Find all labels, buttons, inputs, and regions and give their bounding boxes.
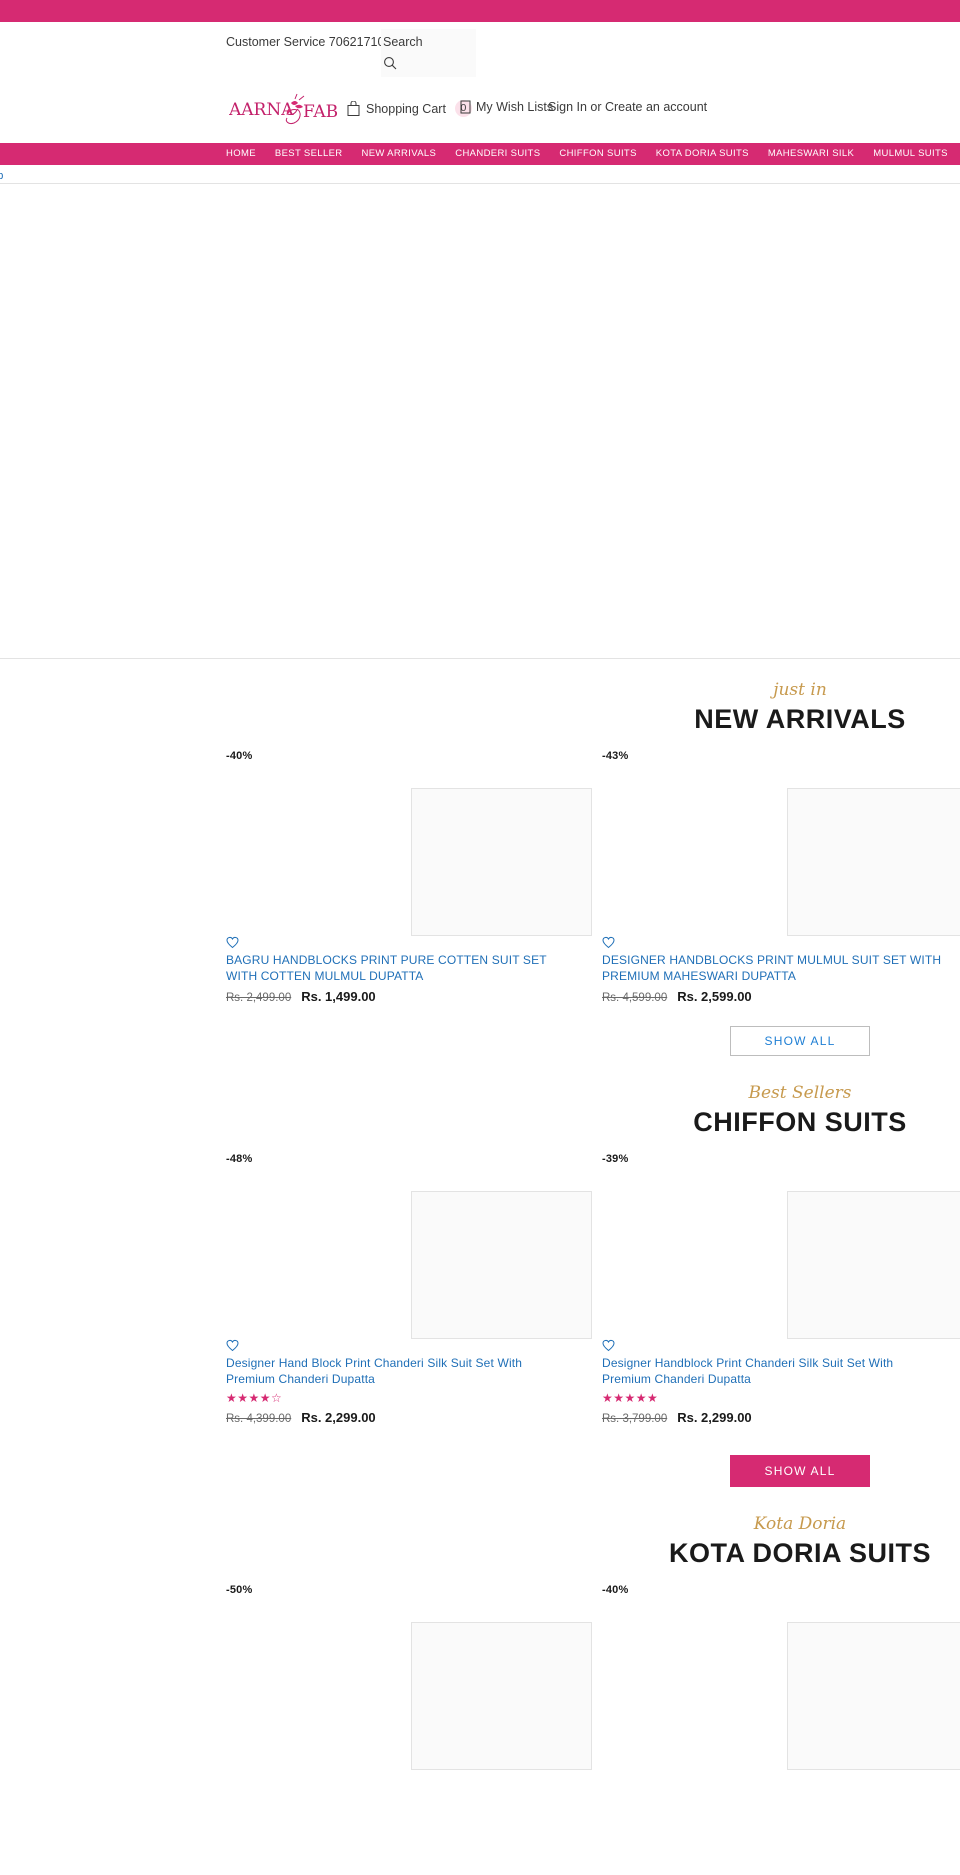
price-original: Rs. 4,399.00 bbox=[226, 1413, 292, 1425]
heart-icon[interactable] bbox=[226, 936, 239, 949]
discount-badge: -39% bbox=[602, 1153, 629, 1165]
price-original: Rs. 2,499.00 bbox=[226, 992, 292, 1004]
price-row: Rs. 4,599.00 Rs. 2,599.00 bbox=[602, 989, 960, 1004]
nav-item-chiffon-suits[interactable]: CHIFFON SUITS bbox=[559, 143, 636, 165]
price-current: Rs. 2,299.00 bbox=[301, 1410, 376, 1425]
heart-icon[interactable] bbox=[226, 1339, 239, 1352]
product-card[interactable]: -40% bbox=[602, 1582, 960, 1770]
product-title[interactable]: BAGRU HANDBLOCKS PRINT PURE COTTEN SUIT … bbox=[226, 952, 566, 984]
customer-service-text: Customer Service 7062171005 bbox=[226, 35, 399, 49]
nav-item-home[interactable]: HOME bbox=[226, 143, 256, 165]
product-title[interactable]: Designer Handblock Print Chanderi Silk S… bbox=[602, 1355, 942, 1387]
shopping-cart-label: Shopping Cart bbox=[366, 101, 446, 116]
product-card[interactable]: -43% DESIGNER HANDBLOCKS PRINT MULMUL SU… bbox=[602, 748, 960, 1004]
product-image[interactable] bbox=[226, 766, 592, 936]
hero-slider[interactable] bbox=[0, 183, 960, 659]
nav-list: HOME BEST SELLER NEW ARRIVALS CHANDERI S… bbox=[220, 143, 960, 165]
product-image[interactable] bbox=[602, 766, 960, 936]
section-script-kota-doria-suits: Kota Doria bbox=[753, 1514, 847, 1534]
section-script-chiffon-suits: Best Sellers bbox=[748, 1083, 852, 1103]
section-title-chiffon-suits: CHIFFON SUITS bbox=[693, 1107, 907, 1137]
section-heading-chiffon-suits: Best Sellers CHIFFON SUITS bbox=[0, 1074, 960, 1139]
product-card[interactable]: -48% Designer Hand Block Print Chanderi … bbox=[226, 1151, 602, 1425]
main-navigation: HOME BEST SELLER NEW ARRIVALS CHANDERI S… bbox=[0, 143, 960, 165]
rating-stars: ★★★★☆ bbox=[226, 1391, 283, 1405]
promo-banner: FREE SHIPPING CASH ON DELIVERY AVAILABLE bbox=[0, 0, 960, 22]
price-current: Rs. 2,299.00 bbox=[677, 1410, 752, 1425]
price-original: Rs. 4,599.00 bbox=[602, 992, 668, 1004]
page-root: FREE SHIPPING CASH ON DELIVERY AVAILABLE… bbox=[0, 0, 960, 1875]
discount-badge: -48% bbox=[226, 1153, 253, 1165]
svg-text:FAB: FAB bbox=[303, 102, 338, 122]
hero-image-alt-text: aarnafab bbox=[0, 170, 4, 182]
product-card[interactable]: -50% bbox=[226, 1582, 602, 1770]
wishlist-link[interactable]: My Wish Lists bbox=[460, 100, 553, 114]
search-box[interactable]: Search bbox=[381, 29, 476, 77]
show-all-button-new-arrivals[interactable]: SHOW ALL bbox=[729, 1026, 871, 1056]
product-title[interactable]: Designer Hand Block Print Chanderi Silk … bbox=[226, 1355, 566, 1387]
product-image[interactable] bbox=[602, 1169, 960, 1339]
wishlist-icon bbox=[460, 100, 471, 114]
nav-item-best-seller[interactable]: BEST SELLER bbox=[275, 143, 343, 165]
discount-badge: -43% bbox=[602, 750, 629, 762]
rating-stars: ★★★★★ bbox=[602, 1391, 659, 1405]
show-all-row-chiffon-suits: SHOW ALL bbox=[220, 1455, 960, 1487]
price-current: Rs. 2,599.00 bbox=[677, 989, 752, 1004]
price-row: Rs. 2,499.00 Rs. 1,499.00 bbox=[226, 989, 592, 1004]
product-image[interactable] bbox=[602, 1600, 960, 1770]
price-row: Rs. 4,399.00 Rs. 2,299.00 bbox=[226, 1410, 592, 1425]
product-grid-chiffon-suits: -48% Designer Hand Block Print Chanderi … bbox=[220, 1151, 960, 1425]
site-header: Customer Service 7062171005 Search AARNA… bbox=[0, 22, 960, 143]
product-image[interactable] bbox=[226, 1600, 592, 1770]
price-original: Rs. 3,799.00 bbox=[602, 1413, 668, 1425]
section-title-new-arrivals: NEW ARRIVALS bbox=[694, 704, 906, 734]
product-grid-kota-doria-suits: -50% -40% bbox=[220, 1582, 960, 1770]
nav-item-chanderi-suits[interactable]: CHANDERI SUITS bbox=[455, 143, 540, 165]
price-current: Rs. 1,499.00 bbox=[301, 989, 376, 1004]
product-card[interactable]: -39% Designer Handblock Print Chanderi S… bbox=[602, 1151, 960, 1425]
show-all-button-chiffon-suits[interactable]: SHOW ALL bbox=[729, 1455, 871, 1487]
section-heading-kota-doria-suits: Kota Doria KOTA DORIA SUITS bbox=[0, 1505, 960, 1570]
nav-item-kota-doria-suits[interactable]: KOTA DORIA SUITS bbox=[656, 143, 749, 165]
product-title[interactable]: DESIGNER HANDBLOCKS PRINT MULMUL SUIT SE… bbox=[602, 952, 942, 984]
nav-item-new-arrivals[interactable]: NEW ARRIVALS bbox=[361, 143, 436, 165]
site-logo[interactable]: AARNA FAB bbox=[229, 90, 344, 128]
product-grid-new-arrivals: -40% BAGRU HANDBLOCKS PRINT PURE COTTEN … bbox=[220, 748, 960, 1004]
svg-text:AARNA: AARNA bbox=[229, 100, 294, 120]
shopping-cart-link[interactable]: Shopping Cart 0 bbox=[347, 100, 472, 117]
section-title-kota-doria-suits: KOTA DORIA SUITS bbox=[669, 1538, 931, 1568]
shopping-bag-icon bbox=[347, 101, 360, 116]
section-heading-new-arrivals: just in NEW ARRIVALS bbox=[0, 671, 960, 736]
wishlist-label: My Wish Lists bbox=[476, 100, 554, 114]
nav-item-maheswari-silk[interactable]: MAHESWARI SILK bbox=[768, 143, 854, 165]
heart-icon[interactable] bbox=[602, 1339, 615, 1352]
nav-item-mulmul-suits[interactable]: MULMUL SUITS bbox=[873, 143, 948, 165]
account-label: Sign In or Create an account bbox=[548, 100, 708, 114]
price-row: Rs. 3,799.00 Rs. 2,299.00 bbox=[602, 1410, 960, 1425]
show-all-row-new-arrivals: SHOW ALL bbox=[220, 1026, 960, 1056]
product-image[interactable] bbox=[226, 1169, 592, 1339]
product-card[interactable]: -40% BAGRU HANDBLOCKS PRINT PURE COTTEN … bbox=[226, 748, 602, 1004]
search-icon[interactable] bbox=[383, 56, 397, 70]
discount-badge: -50% bbox=[226, 1584, 253, 1596]
search-label: Search bbox=[383, 35, 423, 49]
heart-icon[interactable] bbox=[602, 936, 615, 949]
discount-badge: -40% bbox=[226, 750, 253, 762]
account-link[interactable]: Sign In or Create an account bbox=[548, 100, 707, 114]
section-script-new-arrivals: just in bbox=[773, 680, 827, 700]
discount-badge: -40% bbox=[602, 1584, 629, 1596]
